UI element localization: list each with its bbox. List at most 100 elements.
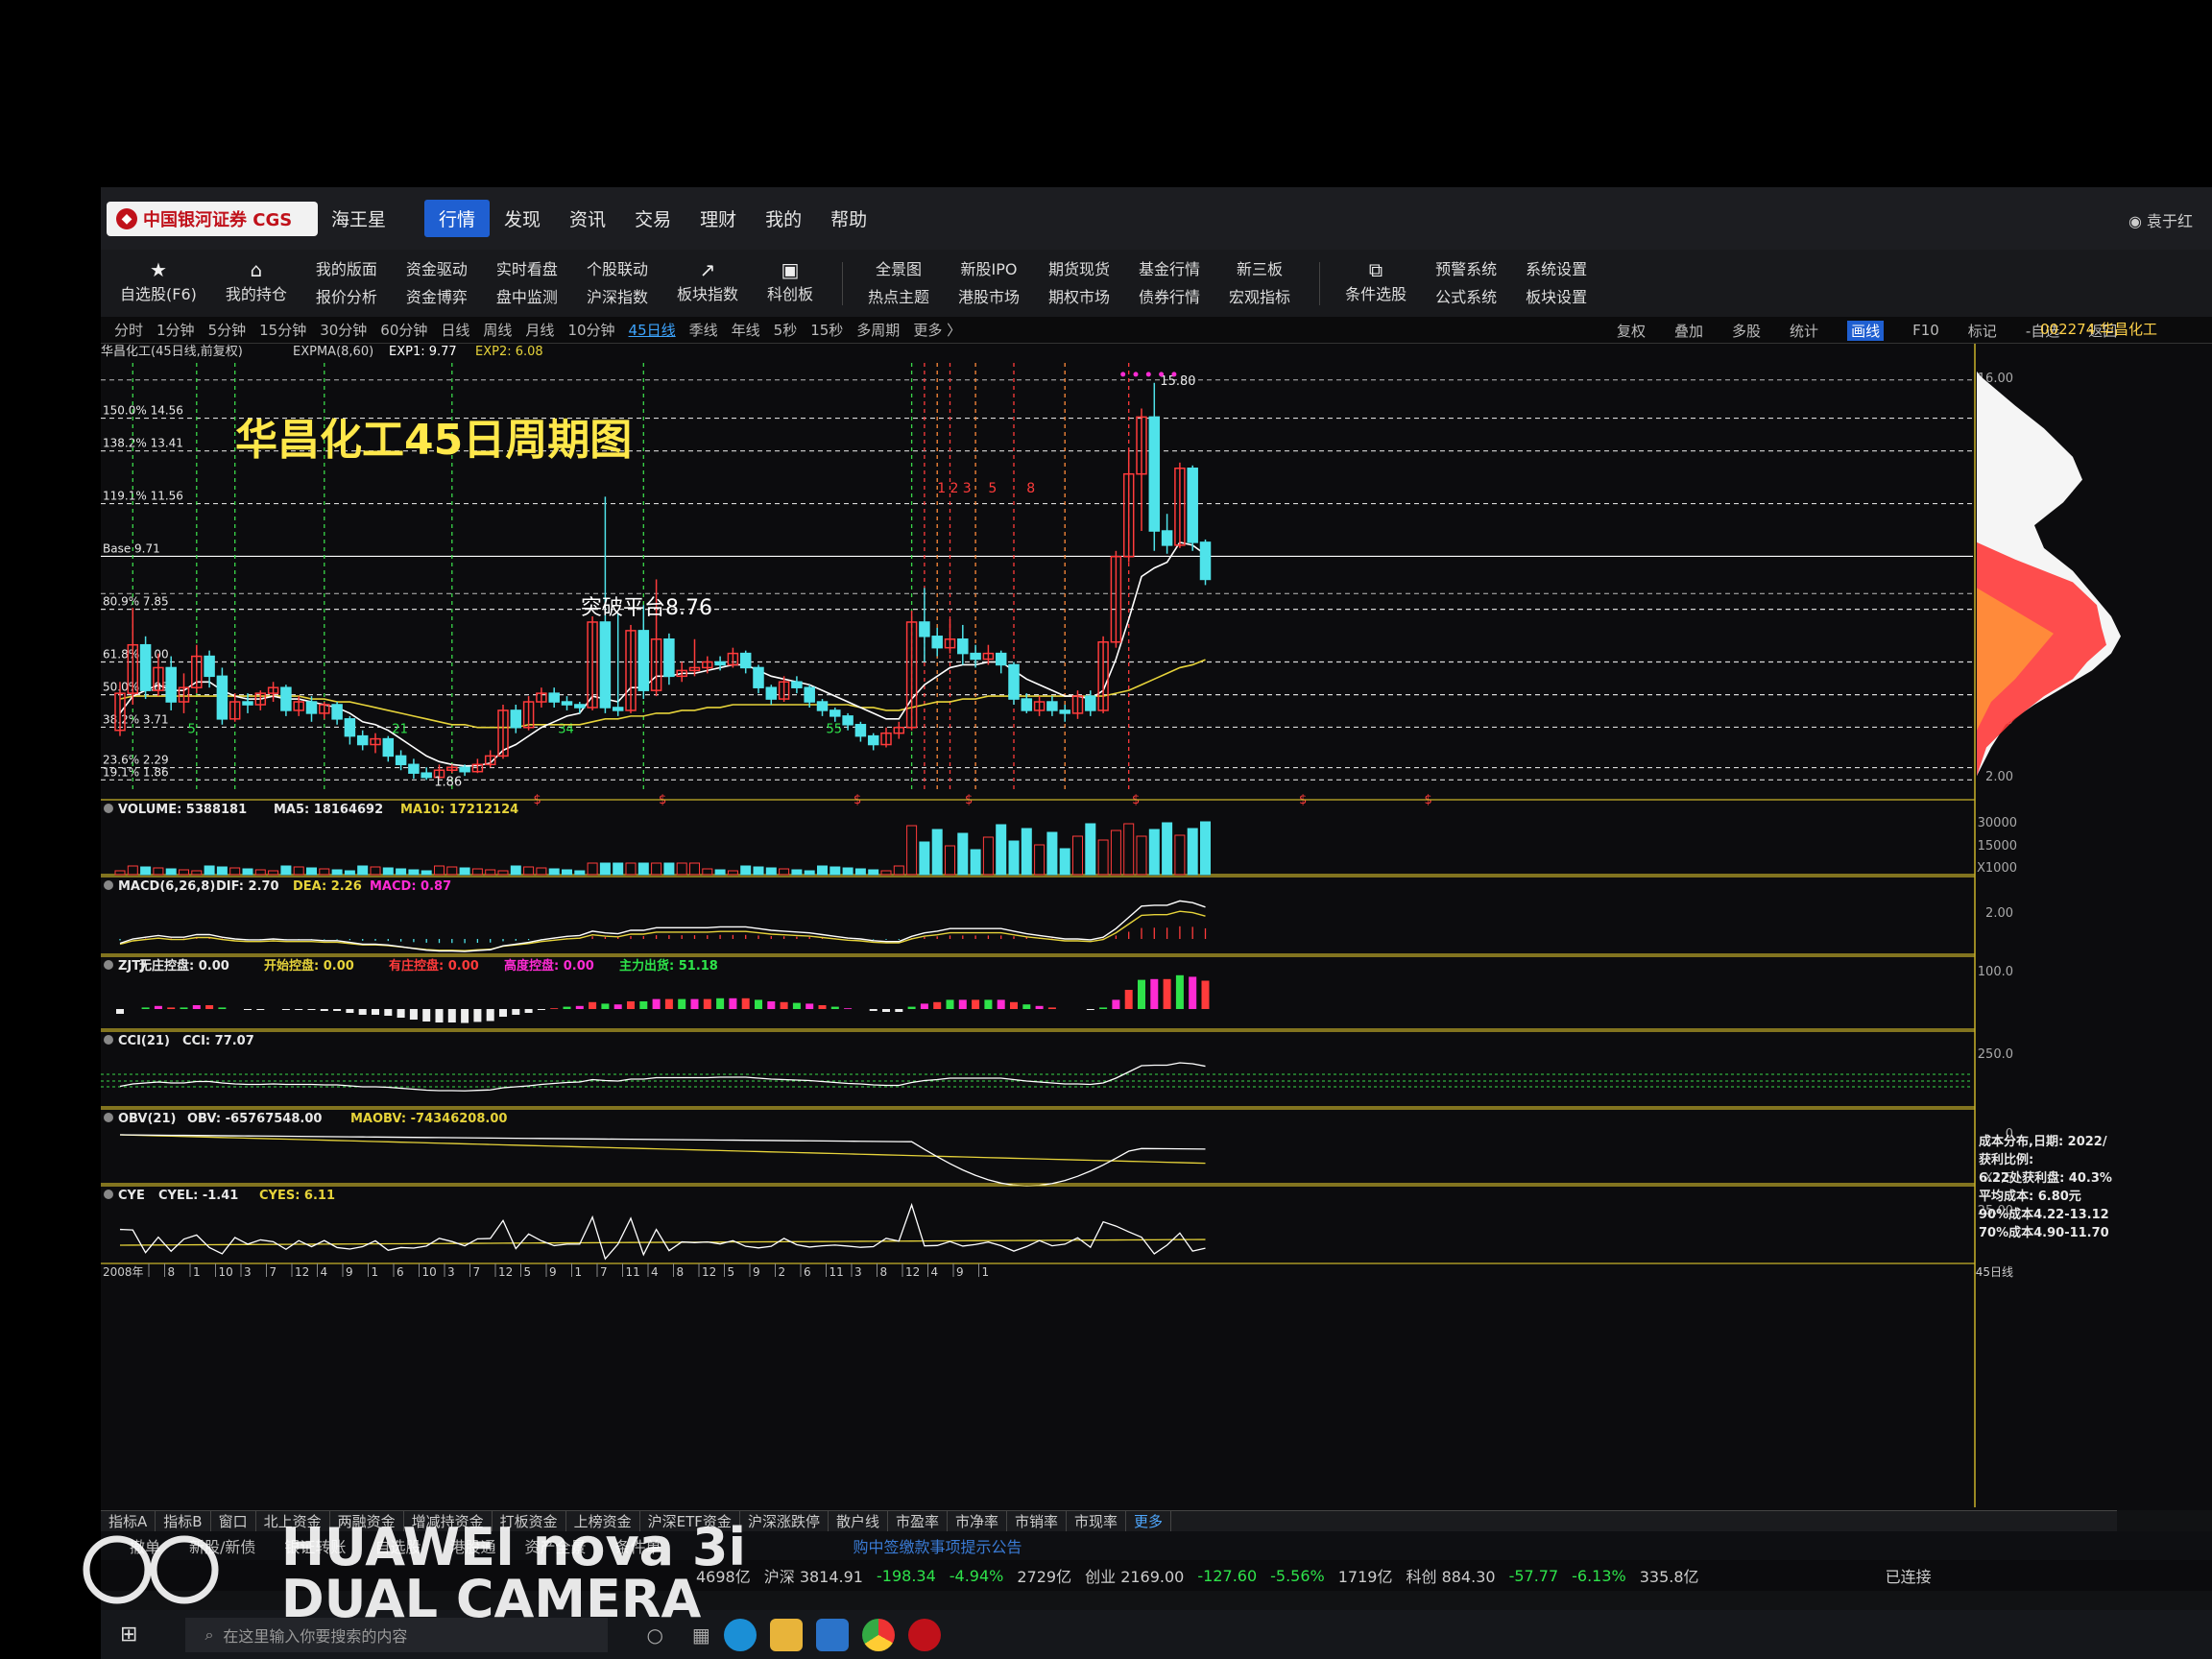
- chip-info-r3: 90%成本4.22-13.12: [1979, 1207, 2109, 1222]
- toolbar-item-11[interactable]: 基金行情 债券行情: [1139, 255, 1200, 311]
- panel-toggle-icon[interactable]: [104, 1035, 113, 1045]
- menu-item-2[interactable]: 资讯: [555, 200, 620, 237]
- chart-tool-0[interactable]: 复权: [1617, 321, 1646, 341]
- main-menu: 行情 发现 资讯 交易 理财 我的 帮助: [424, 200, 881, 237]
- period-8[interactable]: 月线: [525, 320, 554, 340]
- status-1: 沪深 3814.91: [763, 1568, 863, 1586]
- zjtj-bar: [664, 998, 673, 1009]
- panel-toggle-icon[interactable]: [104, 960, 113, 970]
- user-account[interactable]: ◉ 袁于红: [2128, 208, 2193, 231]
- candle-body: [305, 701, 318, 714]
- volume-bar: [996, 824, 1007, 876]
- toolbar-item-8[interactable]: 全景图 热点主题: [868, 255, 929, 311]
- zjtj-bar: [1175, 974, 1184, 1009]
- toolbar-item-3[interactable]: 资金驱动 资金博弈: [406, 255, 468, 311]
- period-1[interactable]: 1分钟: [156, 320, 195, 340]
- chip-info-r1: 6.22处获利盘: 40.3%: [1979, 1170, 2112, 1186]
- candle-body: [1059, 709, 1070, 714]
- toolbar-item-2[interactable]: 我的版面 报价分析: [316, 255, 377, 311]
- menu-item-3[interactable]: 交易: [620, 200, 685, 237]
- indicator-tab-13[interactable]: 市销率: [1007, 1511, 1068, 1531]
- toolbar-item-7[interactable]: ▣ 科创板: [767, 259, 813, 308]
- volume-bar: [396, 868, 407, 876]
- period-2[interactable]: 5分钟: [208, 320, 247, 340]
- toolbar-item-13[interactable]: ⧉ 条件选股: [1345, 259, 1407, 308]
- menu-item-5[interactable]: 我的: [751, 200, 816, 237]
- fib-label: 150.0% 14.56: [103, 404, 183, 418]
- chart-tool-1[interactable]: 叠加: [1674, 321, 1703, 341]
- toolbar-item-line1: 个股联动: [586, 260, 648, 278]
- menu-item-1[interactable]: 发现: [490, 200, 555, 237]
- period-9[interactable]: 10分钟: [567, 320, 614, 340]
- toolbar-item-4[interactable]: 实时看盘 盘中监测: [496, 255, 558, 311]
- toolbar-item-1[interactable]: ⌂ 我的持仓: [226, 259, 287, 308]
- explorer-icon[interactable]: [769, 1618, 803, 1651]
- mail-icon[interactable]: [815, 1618, 849, 1651]
- peak-marker: [1120, 372, 1126, 377]
- chart-tool-5[interactable]: F10: [1912, 322, 1939, 339]
- menu-item-4[interactable]: 理财: [685, 200, 751, 237]
- panel-toggle-icon[interactable]: [104, 1190, 113, 1199]
- period-6[interactable]: 日线: [441, 320, 469, 340]
- indicator-tab-14[interactable]: 市现率: [1067, 1511, 1127, 1531]
- indicator-tab-10[interactable]: 散户线: [829, 1511, 888, 1531]
- expma-label: EXPMA(8,60): [293, 345, 373, 359]
- zjtj-bar: [690, 998, 699, 1009]
- indicator-tab-15[interactable]: 更多: [1126, 1511, 1172, 1531]
- menu-item-6[interactable]: 帮助: [816, 200, 881, 237]
- volume-bar: [1148, 829, 1160, 876]
- panel-toggle-icon[interactable]: [104, 880, 113, 890]
- windows-start-icon[interactable]: ⊞: [120, 1623, 137, 1647]
- volume-ma10: MA10: 17212124: [400, 803, 518, 817]
- indicator-tab-9[interactable]: 沪深涨跌停: [740, 1511, 829, 1531]
- period-15[interactable]: 多周期: [856, 320, 900, 340]
- zjtj-bar: [1022, 1004, 1031, 1009]
- menu-item-0[interactable]: 行情: [424, 200, 491, 237]
- period-13[interactable]: 5秒: [774, 320, 798, 340]
- period-16[interactable]: 更多 〉: [913, 320, 961, 340]
- stock-code: 002274 华昌化工: [2040, 321, 2158, 338]
- toolbar-item-12[interactable]: 新三板 宏观指标: [1229, 255, 1290, 311]
- period-4[interactable]: 30分钟: [320, 320, 367, 340]
- zjtj-bar: [1099, 1007, 1108, 1009]
- toolbar-item-6[interactable]: ↗ 板块指数: [677, 259, 738, 308]
- chart-area[interactable]: 150.0% 14.56 138.2% 13.41 119.1% 11.56 Base…: [101, 344, 2212, 1510]
- panel-toggle-icon[interactable]: [104, 804, 113, 813]
- period-14[interactable]: 15秒: [810, 320, 843, 340]
- candle-body: [753, 666, 764, 688]
- volume-bar: [1059, 848, 1070, 876]
- period-7[interactable]: 周线: [483, 320, 512, 340]
- indicator-tab-11[interactable]: 市盈率: [888, 1511, 948, 1531]
- chrome-icon[interactable]: [861, 1618, 895, 1651]
- period-5[interactable]: 60分钟: [380, 320, 427, 340]
- toolbar-item-0[interactable]: ★ 自选股(F6): [120, 259, 197, 308]
- period-bar: 分时 1分钟 5分钟 15分钟 30分钟 60分钟 日线 周线 月线 10分钟 45日线 季线 年线 5秒…: [101, 317, 2212, 344]
- toolbar-item-5[interactable]: 个股联动 沪深指数: [587, 255, 648, 311]
- toolbar-item-10[interactable]: 期货现货 期权市场: [1048, 255, 1110, 311]
- volume-bar: [280, 865, 292, 876]
- volume-bar: [216, 866, 228, 876]
- chart-tool-4[interactable]: 画线: [1847, 320, 1885, 341]
- zjtj-bar: [537, 1009, 545, 1010]
- indicator-tab-12[interactable]: 市净率: [948, 1511, 1007, 1531]
- volume-tick: X1000: [1977, 861, 2017, 876]
- chart-tool-6[interactable]: 标记: [1968, 321, 1997, 341]
- chart-tool-2[interactable]: 多股: [1732, 321, 1761, 341]
- toolbar-item-label: 报价分析: [315, 288, 377, 306]
- period-3[interactable]: 15分钟: [259, 320, 306, 340]
- period-10[interactable]: 45日线: [629, 320, 676, 340]
- volume-bar: [970, 849, 981, 876]
- panel-toggle-icon[interactable]: [104, 1113, 113, 1122]
- status-6: -127.60: [1197, 1566, 1258, 1585]
- toolbar-item-9[interactable]: 新股IPO 港股市场: [958, 255, 1020, 311]
- chart-tool-3[interactable]: 统计: [1790, 321, 1818, 341]
- toolbar-item-label: 我的持仓: [225, 284, 287, 303]
- broker-app-icon[interactable]: [907, 1618, 941, 1651]
- toolbar-item-15[interactable]: 系统设置 板块设置: [1526, 255, 1587, 311]
- period-0[interactable]: 分时: [114, 320, 143, 340]
- toolbar-item-14[interactable]: 预警系统 公式系统: [1435, 255, 1497, 311]
- shortcut-7[interactable]: 购中签缴款事项提示公告: [854, 1534, 1022, 1557]
- period-11[interactable]: 季线: [689, 320, 718, 340]
- status-3: -4.94%: [949, 1566, 1004, 1585]
- period-12[interactable]: 年线: [732, 320, 760, 340]
